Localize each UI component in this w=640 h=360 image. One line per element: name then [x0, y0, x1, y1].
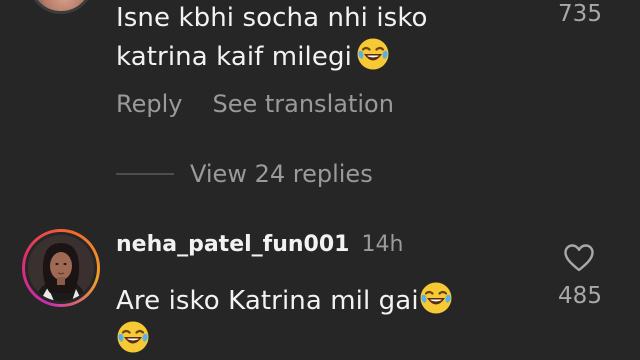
- view-replies-label: View 24 replies: [190, 160, 373, 188]
- username-link[interactable]: neha_patel_fun001: [116, 232, 349, 257]
- heart-outline-icon[interactable]: [563, 243, 595, 273]
- comment-header: neha_patel_fun001 14h: [116, 232, 403, 257]
- comment-body-previous: Isne kbhi socha nhi isko katrina kaif mi…: [116, 0, 516, 76]
- comment-text-current: Are isko Katrina mil gai: [116, 286, 419, 316]
- see-translation-button[interactable]: See translation: [212, 90, 393, 118]
- replies-divider-line: [116, 173, 174, 175]
- like-count-previous: 735: [558, 1, 602, 27]
- avatar-previous-commenter[interactable]: [28, 0, 94, 14]
- reply-button[interactable]: Reply: [116, 90, 182, 118]
- comment-timestamp: 14h: [361, 232, 404, 257]
- comment-body-current: Are isko Katrina mil gai: [116, 281, 536, 359]
- comment-actions-previous: Reply See translation: [116, 90, 394, 118]
- laughing-tears-emoji-icon: [419, 281, 453, 315]
- like-count-current: 485: [558, 283, 602, 309]
- laughing-tears-emoji-icon: [356, 37, 390, 71]
- avatar-story-ring[interactable]: [22, 229, 100, 307]
- view-replies-button[interactable]: View 24 replies: [116, 160, 373, 188]
- laughing-tears-emoji-icon: [116, 320, 150, 354]
- avatar-neha-patel: [25, 232, 97, 304]
- comments-screen: Isne kbhi socha nhi isko katrina kaif mi…: [0, 0, 640, 360]
